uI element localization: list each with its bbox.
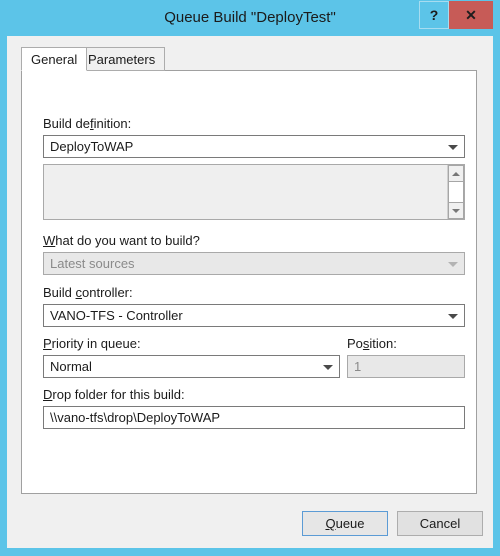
- tab-general[interactable]: General: [21, 47, 88, 71]
- scroll-down-button[interactable]: [448, 202, 464, 219]
- build-definition-listbox[interactable]: [43, 164, 465, 220]
- priority-in-queue-label: Priority in queue:: [43, 336, 141, 351]
- dialog-window: Queue Build "DeployTest" ? ✕ General Par…: [0, 0, 500, 556]
- chevron-down-icon: [452, 208, 460, 213]
- tab-strip: General Parameters: [21, 47, 471, 71]
- title-bar[interactable]: Queue Build "DeployTest" ? ✕: [0, 0, 500, 36]
- queue-button[interactable]: Queue: [302, 511, 388, 536]
- build-definition-combobox[interactable]: DeployToWAP: [43, 135, 465, 158]
- dialog-body: General Parameters Build definition: Dep…: [7, 36, 493, 548]
- position-value: 1: [354, 359, 362, 374]
- priority-in-queue-value: Normal: [50, 359, 92, 374]
- chevron-down-icon: [448, 261, 458, 267]
- position-label: Position:: [347, 336, 397, 351]
- help-button[interactable]: ?: [419, 1, 449, 29]
- drop-folder-textbox[interactable]: \\vano-tfs\drop\DeployToWAP: [43, 406, 465, 429]
- chevron-down-icon: [448, 313, 458, 319]
- tab-page-general: Build definition: DeployToWAP What do yo…: [21, 70, 477, 494]
- close-button[interactable]: ✕: [449, 1, 493, 29]
- position-textbox[interactable]: 1: [347, 355, 465, 378]
- build-controller-label: Build controller:: [43, 285, 133, 300]
- what-to-build-combobox[interactable]: Latest sources: [43, 252, 465, 275]
- chevron-down-icon: [448, 144, 458, 150]
- drop-folder-label: Drop folder for this build:: [43, 387, 185, 402]
- scrollbar-track[interactable]: [448, 182, 464, 202]
- listbox-scrollbar[interactable]: [447, 165, 464, 219]
- drop-folder-value: \\vano-tfs\drop\DeployToWAP: [50, 410, 221, 425]
- tab-parameters[interactable]: Parameters: [78, 47, 166, 71]
- chevron-down-icon: [323, 364, 333, 370]
- priority-in-queue-combobox[interactable]: Normal: [43, 355, 340, 378]
- what-to-build-label: What do you want to build?: [43, 233, 200, 248]
- what-to-build-value: Latest sources: [50, 256, 135, 271]
- chevron-up-icon: [452, 171, 460, 176]
- build-definition-value: DeployToWAP: [50, 139, 134, 154]
- build-controller-value: VANO-TFS - Controller: [50, 308, 183, 323]
- build-controller-combobox[interactable]: VANO-TFS - Controller: [43, 304, 465, 327]
- scroll-up-button[interactable]: [448, 165, 464, 182]
- build-definition-label: Build definition:: [43, 116, 132, 131]
- cancel-button[interactable]: Cancel: [397, 511, 483, 536]
